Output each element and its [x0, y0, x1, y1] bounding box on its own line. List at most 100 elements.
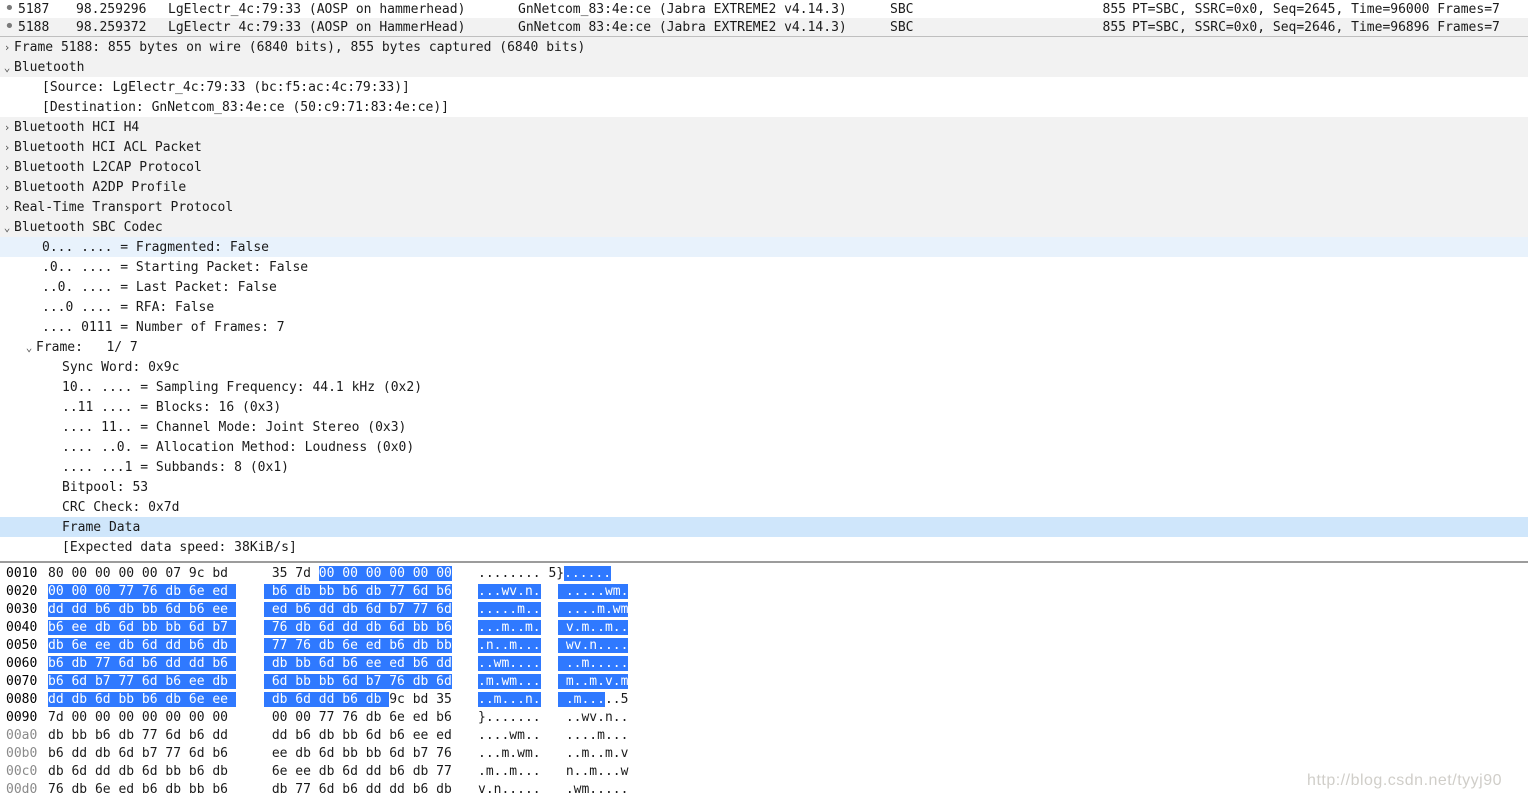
- hex-row[interactable]: 00d076 db 6e ed b6 db bb b6 db 77 6d b6 …: [0, 781, 1528, 799]
- hex-ascii: wv.n....: [558, 637, 654, 655]
- hex-bytes: .....wm.: [558, 584, 628, 599]
- tree-item-sbc-rfa[interactable]: ...0 .... = RFA: False: [0, 297, 1528, 317]
- chevron-down-icon[interactable]: ⌄: [0, 61, 14, 74]
- tree-item-bluetooth[interactable]: ⌄Bluetooth: [0, 57, 1528, 77]
- hex-offset: 00d0: [0, 781, 48, 799]
- hex-row[interactable]: 001080 00 00 00 00 07 9c bd 35 7d 00 00 …: [0, 565, 1528, 583]
- hex-row[interactable]: 00907d 00 00 00 00 00 00 00 00 00 77 76 …: [0, 709, 1528, 727]
- tree-label: 0... .... = Fragmented: False: [42, 240, 269, 255]
- hex-ascii: [558, 565, 654, 583]
- tree-label: Bluetooth SBC Codec: [14, 220, 163, 235]
- chevron-right-icon[interactable]: ›: [0, 201, 14, 214]
- hex-row[interactable]: 0070b6 6d b7 77 6d b6 ee db 6d bb bb 6d …: [0, 673, 1528, 691]
- tree-item-chmode[interactable]: .... 11.. = Channel Mode: Joint Stereo (…: [0, 417, 1528, 437]
- hex-bytes: m..m.v.m: [558, 674, 628, 689]
- tree-item-bt-dest[interactable]: [Destination: GnNetcom_83:4e:ce (50:c9:7…: [0, 97, 1528, 117]
- hex-bytes-group: 6d bb bb 6d b7 76 db 6d: [264, 673, 464, 691]
- tree-item-speed[interactable]: [Expected data speed: 38KiB/s]: [0, 537, 1528, 557]
- tree-label: ..0. .... = Last Packet: False: [42, 280, 277, 295]
- hex-bytes: ...m.wm.: [478, 746, 541, 761]
- hex-bytes: ...wv.n.: [478, 584, 541, 599]
- tree-item-frame[interactable]: ›Frame 5188: 855 bytes on wire (6840 bit…: [0, 37, 1528, 57]
- chevron-down-icon[interactable]: ⌄: [22, 341, 36, 354]
- tree-label: [Expected data speed: 38KiB/s]: [62, 540, 297, 555]
- hex-row[interactable]: 0080dd db 6d bb b6 db 6e ee db 6d dd b6 …: [0, 691, 1528, 709]
- tree-item-freq[interactable]: 10.. .... = Sampling Frequency: 44.1 kHz…: [0, 377, 1528, 397]
- hex-bytes-group: 00 00 00 77 76 db 6e ed: [48, 583, 258, 601]
- chevron-right-icon[interactable]: ›: [0, 181, 14, 194]
- hex-bytes: ....m.wm: [558, 602, 628, 617]
- hex-bytes: ....m...: [558, 728, 628, 743]
- hex-bytes-group: db 6d dd b6 db 9c bd 35: [264, 691, 464, 709]
- tree-label: Sync Word: 0x9c: [62, 360, 179, 375]
- tree-item-sbc-nframes[interactable]: .... 0111 = Number of Frames: 7: [0, 317, 1528, 337]
- tree-label: Frame Data: [62, 520, 140, 535]
- hex-bytes: wv.n....: [558, 638, 628, 653]
- tree-label: .... ...1 = Subbands: 8 (0x1): [62, 460, 289, 475]
- hex-bytes-group: db 6e ee db 6d dd b6 db: [48, 637, 258, 655]
- packet-list[interactable]: • 5187 98.259296 LgElectr_4c:79:33 (AOSP…: [0, 0, 1528, 37]
- tree-item-l2cap[interactable]: ›Bluetooth L2CAP Protocol: [0, 157, 1528, 177]
- packet-len: 855: [1066, 20, 1126, 35]
- hex-bytes: 00 00 00 77 76 db 6e ed: [48, 584, 236, 599]
- tree-item-rtp[interactable]: ›Real-Time Transport Protocol: [0, 197, 1528, 217]
- hex-row[interactable]: 0040b6 ee db 6d bb bb 6d b7 76 db 6d dd …: [0, 619, 1528, 637]
- hex-bytes: ..wv.n..: [558, 710, 628, 725]
- chevron-down-icon[interactable]: ⌄: [0, 221, 14, 234]
- packet-detail-tree[interactable]: ›Frame 5188: 855 bytes on wire (6840 bit…: [0, 37, 1528, 563]
- hex-ascii: ..m..m.v: [558, 745, 654, 763]
- tree-item-bt-source[interactable]: [Source: LgElectr_4c:79:33 (bc:f5:ac:4c:…: [0, 77, 1528, 97]
- hex-pane[interactable]: 001080 00 00 00 00 07 9c bd 35 7d 00 00 …: [0, 563, 1528, 799]
- tree-item-bitpool[interactable]: Bitpool: 53: [0, 477, 1528, 497]
- tree-item-subbands[interactable]: .... ...1 = Subbands: 8 (0x1): [0, 457, 1528, 477]
- packet-row[interactable]: • 5188 98.259372 LgElectr 4c:79:33 (AOSP…: [0, 18, 1528, 36]
- tree-item-sbc-start[interactable]: .0.. .... = Starting Packet: False: [0, 257, 1528, 277]
- tree-item-a2dp[interactable]: ›Bluetooth A2DP Profile: [0, 177, 1528, 197]
- tree-item-blocks[interactable]: ..11 .... = Blocks: 16 (0x3): [0, 397, 1528, 417]
- hex-bytes: ..m...n.: [478, 692, 541, 707]
- hex-bytes: ...m..m.: [478, 620, 541, 635]
- hex-row[interactable]: 00b0b6 dd db 6d b7 77 6d b6 ee db 6d bb …: [0, 745, 1528, 763]
- hex-bytes: db 6d dd b6 db: [264, 692, 389, 707]
- hex-row[interactable]: 0030dd dd b6 db bb 6d b6 ee ed b6 dd db …: [0, 601, 1528, 619]
- hex-bytes: ........: [478, 566, 541, 581]
- hex-row[interactable]: 00a0db bb b6 db 77 6d b6 dd dd b6 db bb …: [0, 727, 1528, 745]
- hex-bytes: 9c bd 35: [389, 692, 452, 707]
- tree-label: .0.. .... = Starting Packet: False: [42, 260, 308, 275]
- tree-item-alloc[interactable]: .... ..0. = Allocation Method: Loudness …: [0, 437, 1528, 457]
- hex-bytes: .....m..: [478, 602, 541, 617]
- hex-bytes: .m..m...: [478, 764, 541, 779]
- tree-item-hci-h4[interactable]: ›Bluetooth HCI H4: [0, 117, 1528, 137]
- hex-bytes-group: b6 db bb b6 db 77 6d b6: [264, 583, 464, 601]
- hex-ascii: .wm.....: [558, 781, 654, 799]
- hex-row[interactable]: 002000 00 00 77 76 db 6e ed b6 db bb b6 …: [0, 583, 1528, 601]
- hex-row[interactable]: 00c0db 6d dd db 6d bb b6 db 6e ee db 6d …: [0, 763, 1528, 781]
- hex-ascii: ..wv.n..: [558, 709, 654, 727]
- chevron-right-icon[interactable]: ›: [0, 121, 14, 134]
- hex-offset: 0050: [0, 637, 48, 655]
- tree-item-frame1[interactable]: ⌄Frame: 1/ 7: [0, 337, 1528, 357]
- hex-bytes: v.m..m..: [558, 620, 628, 635]
- tree-item-crc[interactable]: CRC Check: 0x7d: [0, 497, 1528, 517]
- tree-item-sbc-last[interactable]: ..0. .... = Last Packet: False: [0, 277, 1528, 297]
- hex-ascii: v.n.....: [478, 781, 558, 799]
- hex-offset: 0060: [0, 655, 48, 673]
- chevron-right-icon[interactable]: ›: [0, 41, 14, 54]
- tree-label: Frame: 1/ 7: [36, 340, 138, 355]
- tree-item-sbc-fragmented[interactable]: 0... .... = Fragmented: False: [0, 237, 1528, 257]
- packet-row[interactable]: • 5187 98.259296 LgElectr_4c:79:33 (AOSP…: [0, 0, 1528, 18]
- tree-label: Real-Time Transport Protocol: [14, 200, 233, 215]
- chevron-right-icon[interactable]: ›: [0, 141, 14, 154]
- hex-ascii: .n..m...: [478, 637, 558, 655]
- hex-row[interactable]: 0050db 6e ee db 6d dd b6 db 77 76 db 6e …: [0, 637, 1528, 655]
- hex-ascii: ....m.wm: [558, 601, 654, 619]
- marker-icon: •: [4, 4, 18, 14]
- chevron-right-icon[interactable]: ›: [0, 161, 14, 174]
- tree-item-hci-acl[interactable]: ›Bluetooth HCI ACL Packet: [0, 137, 1528, 157]
- tree-item-sbc[interactable]: ⌄Bluetooth SBC Codec: [0, 217, 1528, 237]
- hex-bytes: b6 6d b7 77 6d b6 ee db: [48, 674, 236, 689]
- hex-row[interactable]: 0060b6 db 77 6d b6 dd dd b6 db bb 6d b6 …: [0, 655, 1528, 673]
- tree-label: [Source: LgElectr_4c:79:33 (bc:f5:ac:4c:…: [42, 80, 410, 95]
- tree-item-sync[interactable]: Sync Word: 0x9c: [0, 357, 1528, 377]
- tree-item-frame-data[interactable]: Frame Data: [0, 517, 1528, 537]
